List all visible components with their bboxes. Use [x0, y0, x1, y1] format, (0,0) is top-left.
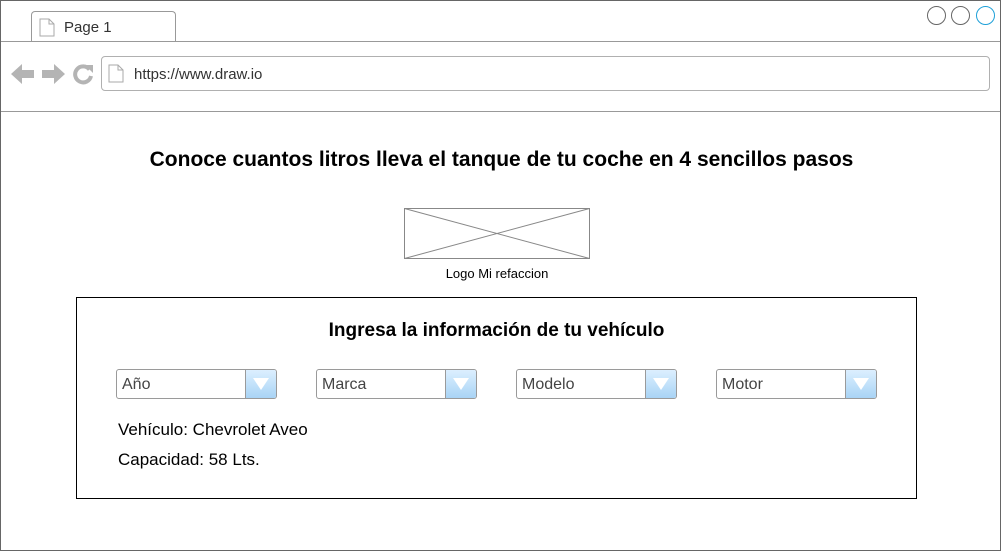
chevron-down-icon: [653, 378, 669, 390]
chevron-down-icon: [853, 378, 869, 390]
model-select-label: Modelo: [522, 376, 575, 393]
logo-placeholder: [404, 208, 590, 259]
engine-select-label: Motor: [722, 376, 763, 393]
page-icon: [39, 18, 55, 42]
engine-dropdown-button[interactable]: [845, 370, 876, 398]
browser-tab[interactable]: Page 1: [31, 11, 176, 41]
back-arrow-icon[interactable]: [11, 64, 35, 89]
logo-caption: Logo Mi refaccion: [445, 266, 549, 281]
make-select[interactable]: Marca: [316, 369, 477, 399]
window-button-3[interactable]: [976, 6, 995, 25]
model-select[interactable]: Modelo: [516, 369, 677, 399]
year-dropdown-button[interactable]: [245, 370, 276, 398]
browser-toolbar: https://www.draw.io: [1, 42, 1000, 112]
page-icon: [108, 64, 124, 88]
tab-bar: Page 1: [1, 1, 1000, 42]
year-select-label: Año: [122, 376, 151, 393]
form-title: Ingresa la información de tu vehículo: [328, 320, 665, 341]
url-text: https://www.draw.io: [134, 66, 263, 83]
vehicle-form-panel: Ingresa la información de tu vehículo Añ…: [76, 297, 917, 499]
make-dropdown-button[interactable]: [445, 370, 476, 398]
chevron-down-icon: [453, 378, 469, 390]
capacity-text: Capacidad: 58 Lts.: [118, 450, 260, 469]
make-select-label: Marca: [322, 376, 367, 393]
address-bar[interactable]: https://www.draw.io: [101, 56, 990, 91]
forward-arrow-icon[interactable]: [41, 64, 65, 89]
year-select[interactable]: Año: [116, 369, 277, 399]
chevron-down-icon: [253, 378, 269, 390]
reload-icon[interactable]: [72, 63, 94, 90]
window-button-2[interactable]: [951, 6, 970, 25]
browser-window: Page 1 https://www.draw.io Conoce cuanto…: [0, 0, 1001, 551]
window-button-1[interactable]: [927, 6, 946, 25]
tab-title: Page 1: [64, 19, 112, 36]
model-dropdown-button[interactable]: [645, 370, 676, 398]
engine-select[interactable]: Motor: [716, 369, 877, 399]
vehicle-text: Vehículo: Chevrolet Aveo: [118, 420, 308, 439]
page-headline: Conoce cuantos litros lleva el tanque de…: [149, 148, 854, 171]
